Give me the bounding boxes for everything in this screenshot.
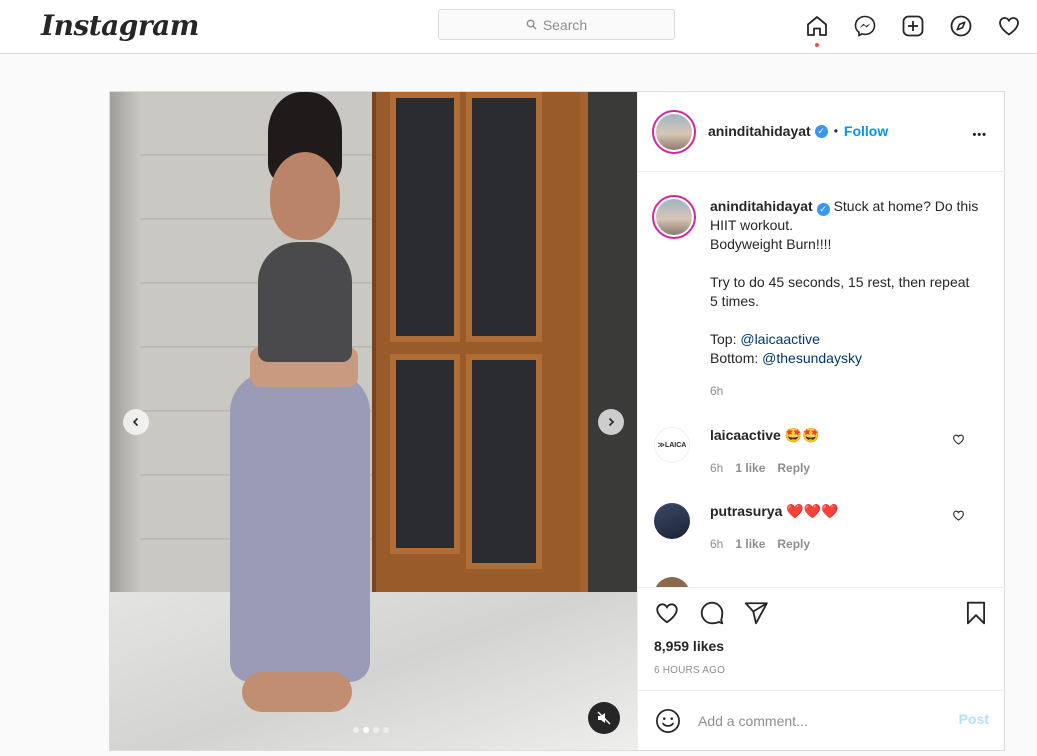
carousel-dot: [373, 727, 379, 733]
comment-text: 🤩🤩: [784, 427, 820, 443]
speaker-muted-icon: [597, 711, 611, 725]
mention-bottom[interactable]: @thesundaysky: [762, 350, 862, 366]
add-comment-input[interactable]: [698, 709, 938, 733]
caption-text-1: Stuck at home? Do this HIIT workout. Bod…: [710, 198, 979, 347]
comment-time[interactable]: 6h: [710, 461, 723, 475]
search-icon: [526, 19, 537, 30]
laica-logo: ≫LAICA: [657, 442, 687, 449]
comment-like-icon[interactable]: [952, 433, 966, 447]
comment-text: ❤️❤️❤️: [786, 503, 839, 519]
comment-avatar[interactable]: [654, 577, 690, 587]
verified-badge-icon: ✓: [814, 124, 828, 138]
likes-count[interactable]: 8,959 likes: [654, 638, 724, 654]
caption-text-2: Bottom:: [710, 350, 759, 366]
carousel-prev-button[interactable]: [123, 409, 149, 435]
comment-username[interactable]: laicaactive: [710, 427, 781, 443]
video-person-legs: [230, 372, 370, 682]
follow-button[interactable]: Follow: [844, 123, 888, 139]
comments-list[interactable]: aninditahidayat ✓ Stuck at home? Do this …: [638, 173, 1005, 587]
comment-meta: 6h 1 like Reply: [710, 537, 810, 551]
carousel-dot: [383, 727, 389, 733]
comment-likes[interactable]: 1 like: [735, 461, 765, 475]
search-placeholder: Search: [542, 16, 588, 33]
comment-like-icon[interactable]: [952, 509, 966, 523]
chevron-right-icon: [608, 417, 615, 427]
caption-author-avatar[interactable]: [652, 195, 696, 239]
mention-top[interactable]: @laicaactive: [740, 331, 820, 347]
comment-body: putrasurya ❤️❤️❤️: [710, 503, 950, 520]
post-time-ago[interactable]: 6 HOURS AGO: [654, 665, 725, 676]
post-video[interactable]: [110, 92, 637, 750]
caption-time[interactable]: 6h: [710, 382, 980, 401]
comment-time[interactable]: 6h: [710, 537, 723, 551]
nav-icons: [800, 11, 1030, 41]
carousel-dot: [353, 727, 359, 733]
emoji-smiley-icon[interactable]: [654, 707, 682, 735]
activity-heart-icon[interactable]: [994, 11, 1024, 41]
chevron-left-icon: [132, 417, 139, 427]
verified-badge-icon: ✓: [816, 203, 830, 216]
post-actions: 8,959 likes 6 HOURS AGO: [638, 587, 1005, 690]
comment-username[interactable]: putrasurya: [710, 503, 782, 519]
comment-item-partial: [654, 577, 994, 587]
save-bookmark-icon[interactable]: [961, 598, 991, 628]
instagram-logo[interactable]: Instagram: [41, 9, 199, 42]
more-options-icon: •••: [972, 129, 987, 141]
share-plane-icon[interactable]: [741, 598, 771, 628]
comment-reply-button[interactable]: Reply: [777, 461, 810, 475]
search-box[interactable]: Search: [438, 9, 675, 40]
video-person-torso: [258, 242, 352, 362]
comment-avatar[interactable]: ≫LAICA: [654, 427, 690, 463]
new-post-icon[interactable]: [898, 11, 928, 41]
comment-item: ≫LAICA laicaactive 🤩🤩 6h 1 like Reply: [654, 427, 994, 483]
comment-body: laicaactive 🤩🤩: [710, 427, 950, 444]
messenger-icon[interactable]: [850, 11, 880, 41]
carousel-next-button[interactable]: [598, 409, 624, 435]
caption-username[interactable]: aninditahidayat: [710, 198, 813, 214]
comment-reply-button[interactable]: Reply: [777, 537, 810, 551]
comment-avatar[interactable]: [654, 503, 690, 539]
post-header-meta: aninditahidayat ✓ • Follow: [708, 123, 888, 139]
post-card: aninditahidayat ✓ • Follow ••• aninditah…: [109, 91, 1005, 751]
home-icon[interactable]: [802, 11, 832, 41]
post-comment-button[interactable]: Post: [959, 711, 989, 727]
author-username[interactable]: aninditahidayat: [708, 123, 811, 139]
video-person-head: [270, 152, 340, 240]
header-separator: •: [833, 124, 838, 138]
video-wooden-door: [372, 92, 580, 652]
video-wall-edge: [110, 92, 140, 612]
carousel-dot: [363, 727, 369, 733]
explore-icon[interactable]: [946, 11, 976, 41]
comment-bubble-icon[interactable]: [697, 598, 727, 628]
like-heart-icon[interactable]: [652, 598, 682, 628]
comment-item: putrasurya ❤️❤️❤️ 6h 1 like Reply: [654, 503, 994, 559]
more-options-button[interactable]: •••: [972, 122, 987, 143]
comment-meta: 6h 1 like Reply: [710, 461, 810, 475]
video-person-feet: [242, 672, 352, 712]
caption: aninditahidayat ✓ Stuck at home? Do this …: [710, 197, 980, 401]
top-navigation-bar: Instagram Search: [0, 0, 1037, 54]
post-side-panel: aninditahidayat ✓ • Follow ••• aninditah…: [637, 92, 1005, 750]
comment-likes[interactable]: 1 like: [735, 537, 765, 551]
home-notification-dot: [815, 43, 819, 47]
post-header: aninditahidayat ✓ • Follow •••: [638, 92, 1005, 172]
carousel-indicator: [353, 727, 389, 733]
video-side-door: [580, 92, 637, 632]
author-avatar[interactable]: [652, 110, 696, 154]
add-comment-bar: Post: [638, 690, 1005, 750]
mute-button[interactable]: [588, 702, 620, 734]
